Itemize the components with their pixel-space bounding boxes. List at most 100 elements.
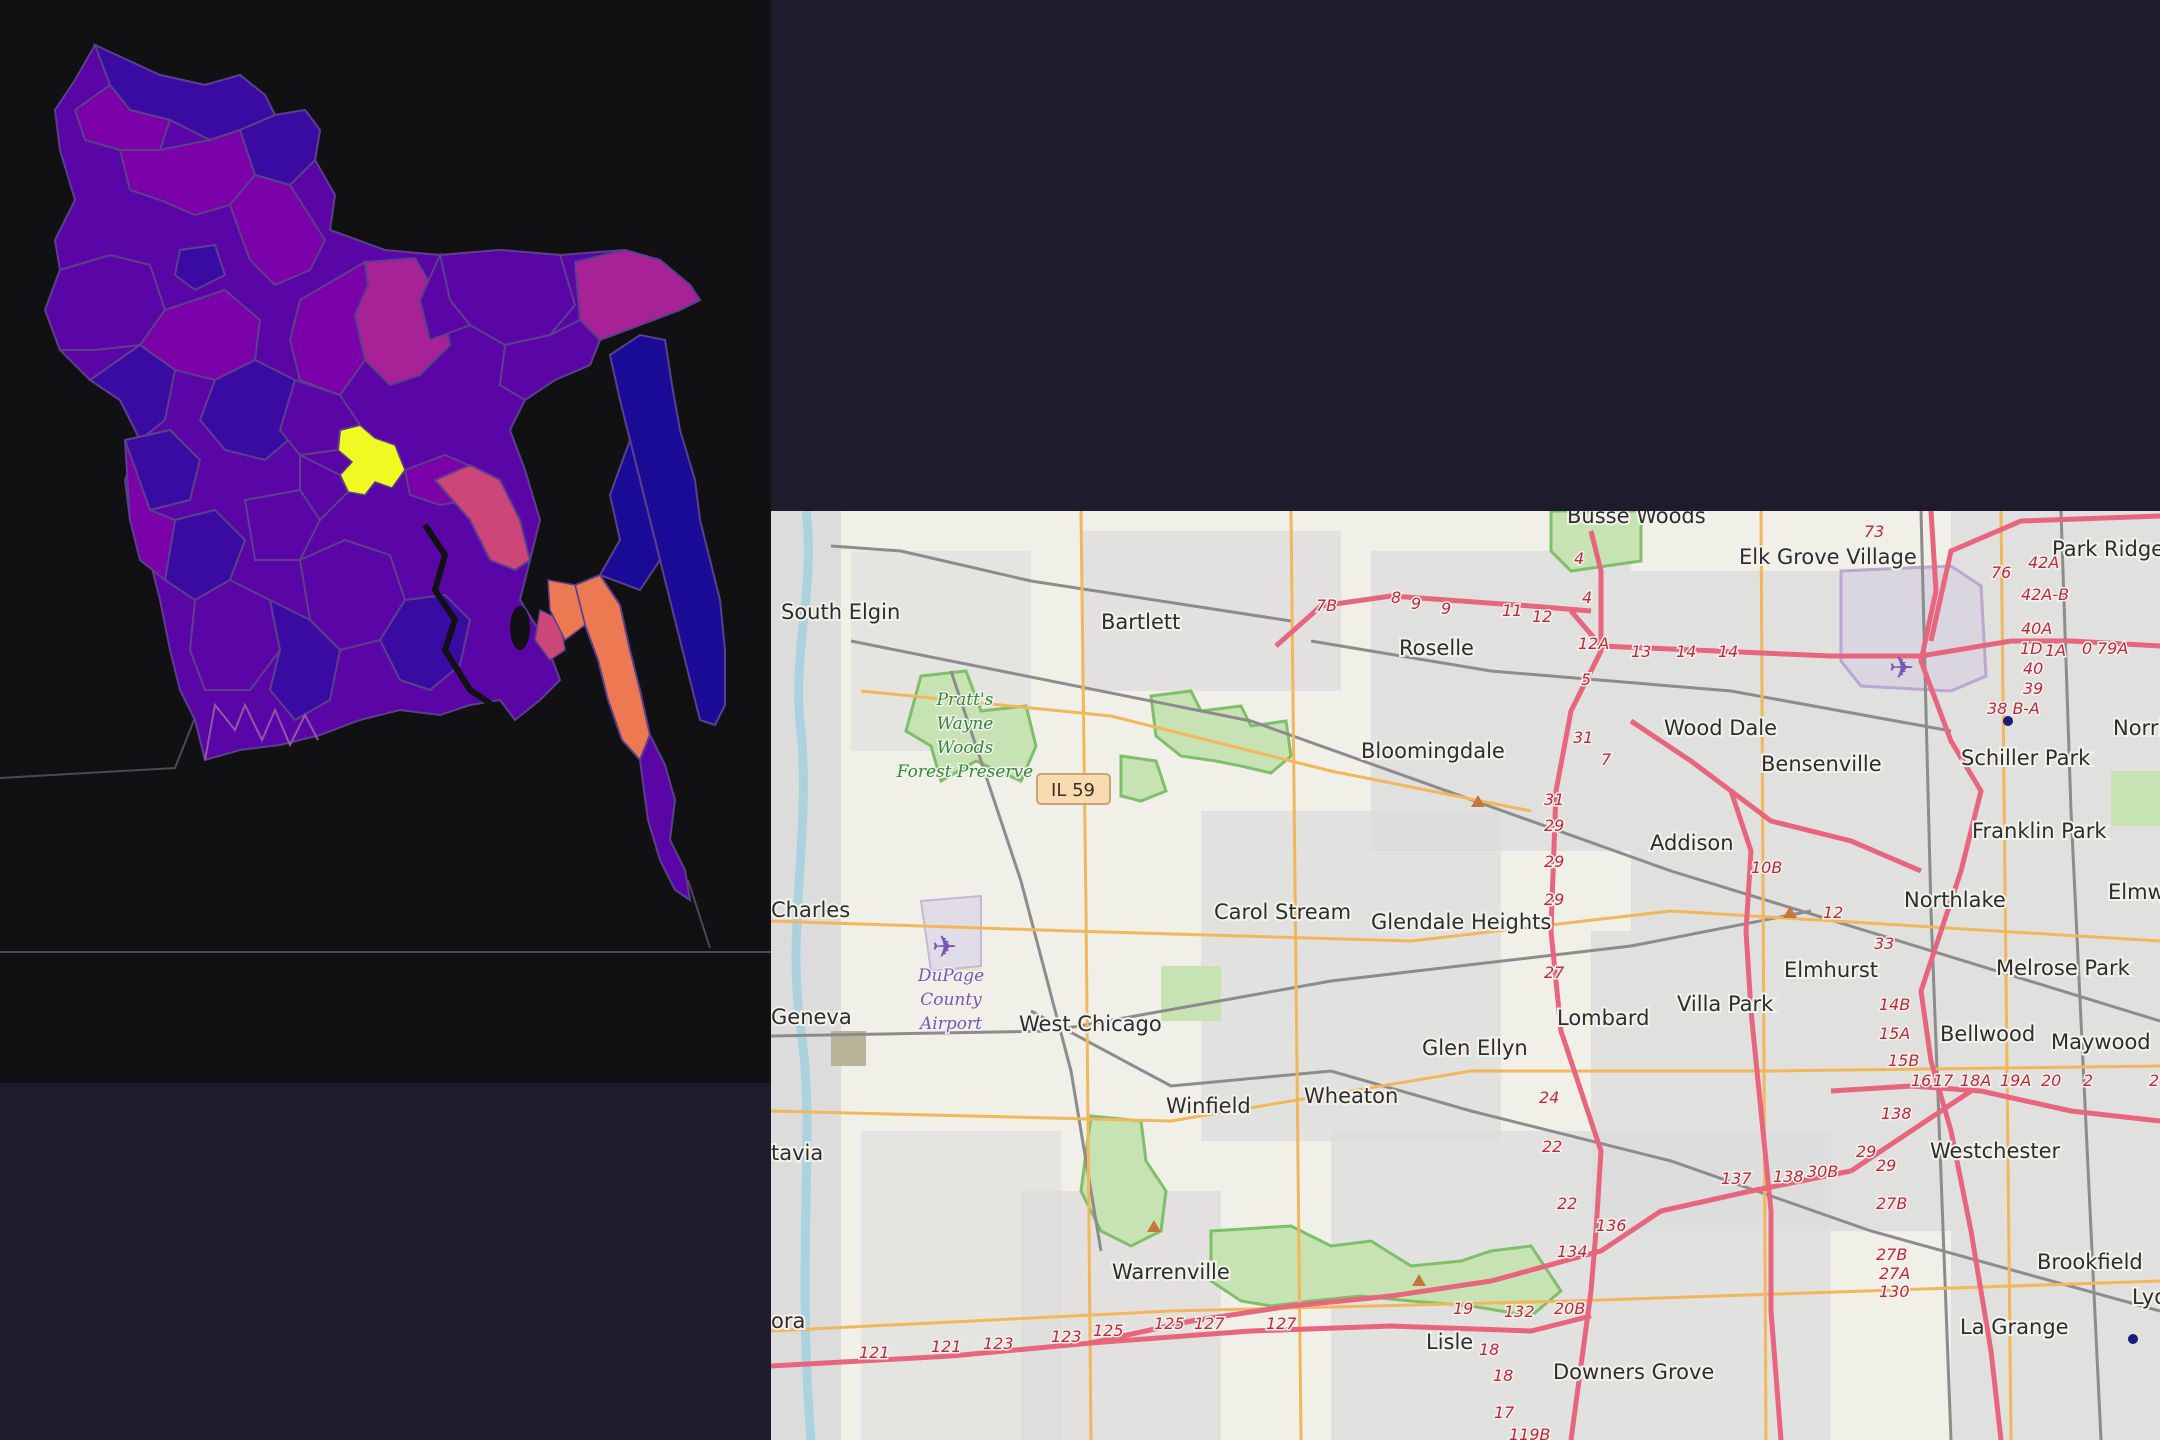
exit-number-label: 79A bbox=[2097, 639, 2128, 658]
exit-number-label: 31 bbox=[1573, 728, 1593, 747]
exit-number-label: 16 bbox=[1911, 1071, 1931, 1090]
exit-number-label: 39 bbox=[2023, 679, 2043, 698]
location-dot bbox=[2128, 1334, 2138, 1344]
svg-text:Airport: Airport bbox=[918, 1014, 982, 1034]
place-label: Bartlett bbox=[1101, 610, 1180, 634]
exit-number-label: 119B bbox=[1509, 1425, 1551, 1440]
exit-number-label: 24 bbox=[1539, 1088, 1559, 1107]
place-label: Carol Stream bbox=[1214, 900, 1351, 924]
exit-number-label: 18A bbox=[1960, 1071, 1991, 1090]
river-channel bbox=[510, 606, 530, 650]
exit-number-label: 138 bbox=[1881, 1104, 1912, 1123]
place-label: Brookfield bbox=[2037, 1250, 2143, 1274]
exit-number-label: 14 bbox=[1718, 642, 1738, 661]
place-label: Northlake bbox=[1904, 888, 2006, 912]
exit-number-label: 5 bbox=[1581, 670, 1591, 689]
exit-number-label: 121 bbox=[931, 1337, 962, 1356]
exit-number-label: 4 bbox=[1582, 588, 1592, 607]
place-label-cutoff: Busse Woods bbox=[1567, 511, 1706, 528]
exit-number-label: 7 bbox=[1601, 750, 1612, 769]
exit-number-label: 33 bbox=[1874, 934, 1894, 953]
exit-number-label: 27 bbox=[1544, 963, 1565, 982]
exit-number-label: 13 bbox=[1631, 642, 1651, 661]
choropleth-map-panel bbox=[0, 0, 771, 1083]
place-label: Glendale Heights bbox=[1371, 910, 1551, 934]
place-label: Wheaton bbox=[1304, 1084, 1398, 1108]
svg-text:Woods: Woods bbox=[937, 738, 994, 758]
exit-number-label: 132 bbox=[1504, 1302, 1535, 1321]
exit-number-label: 19 bbox=[1453, 1299, 1473, 1318]
place-label: Glen Ellyn bbox=[1422, 1036, 1528, 1060]
airport-icon-ohare: ✈ bbox=[1889, 651, 1914, 686]
district-region-coastal-high bbox=[573, 573, 652, 762]
exit-number-label: 29 bbox=[1544, 852, 1564, 871]
exit-number-label: 29 bbox=[1544, 816, 1564, 835]
exit-number-label: 24 bbox=[2149, 1071, 2160, 1090]
exit-number-label: 130 bbox=[1879, 1282, 1910, 1301]
place-label: Downers Grove bbox=[1553, 1360, 1714, 1384]
exit-number-label: 18 bbox=[1493, 1366, 1513, 1385]
place-label: Elmw bbox=[2108, 880, 2160, 904]
exit-number-label: 9 bbox=[1411, 594, 1421, 613]
place-label: Franklin Park bbox=[1972, 819, 2107, 843]
place-label: Park Ridge bbox=[2052, 537, 2160, 561]
exit-number-label: 20 bbox=[2041, 1071, 2061, 1090]
exit-number-label: 121 bbox=[859, 1343, 890, 1362]
exit-number-label: 30B bbox=[1807, 1162, 1838, 1181]
place-label: Lisle bbox=[1426, 1330, 1473, 1354]
exit-number-label: 29 bbox=[1544, 890, 1564, 909]
exit-number-label: 12 bbox=[1532, 607, 1552, 626]
street-map-panel[interactable]: ✈ ✈ IL 59 Pratt's Wayne Woods Forest Pre… bbox=[771, 511, 2160, 1440]
exit-number-label: 15B bbox=[1888, 1051, 1919, 1070]
exit-number-label: 29 bbox=[1856, 1142, 1876, 1161]
exit-number-label: 38 B-A bbox=[1987, 699, 2040, 718]
exit-number-label: 12A bbox=[1578, 634, 1609, 653]
place-label: Villa Park bbox=[1677, 992, 1774, 1016]
place-label: La Grange bbox=[1960, 1315, 2069, 1339]
exit-number-label: 138 bbox=[1773, 1167, 1804, 1186]
exit-number-label: 17 bbox=[1494, 1403, 1515, 1422]
place-label: ora bbox=[771, 1309, 805, 1333]
svg-text:Forest Preserve: Forest Preserve bbox=[896, 762, 1033, 782]
place-label: Maywood bbox=[2051, 1030, 2151, 1054]
exit-number-label: 137 bbox=[1721, 1169, 1752, 1188]
exit-number-label: 125 bbox=[1093, 1321, 1124, 1340]
exit-number-label: 1A bbox=[2045, 641, 2066, 660]
neighbor-border-line-east bbox=[687, 879, 711, 949]
choropleth-map bbox=[0, 43, 771, 953]
place-label: Charles bbox=[771, 898, 850, 922]
exit-number-label: 40A bbox=[2021, 619, 2052, 638]
street-map[interactable]: ✈ ✈ IL 59 Pratt's Wayne Woods Forest Pre… bbox=[771, 511, 2160, 1440]
exit-number-label: 29 bbox=[1876, 1156, 1896, 1175]
place-label: Lombard bbox=[1557, 1006, 1649, 1030]
airport-label: DuPage County Airport bbox=[915, 965, 985, 1036]
place-label: Geneva bbox=[771, 1005, 852, 1029]
exit-number-label: 76 bbox=[1991, 563, 2011, 582]
exit-number-label: 42A bbox=[2028, 553, 2059, 572]
exit-number-label: 7B bbox=[1316, 596, 1337, 615]
place-label: Norric bbox=[2113, 716, 2160, 740]
place-label: Westchester bbox=[1930, 1139, 2060, 1163]
exit-number-label: 22 bbox=[1557, 1194, 1577, 1213]
place-label: Elk Grove Village bbox=[1739, 545, 1917, 569]
place-label: tavia bbox=[771, 1141, 823, 1165]
route-shield-il59: IL 59 bbox=[1036, 773, 1111, 805]
exit-number-label: 125 bbox=[1154, 1314, 1185, 1333]
exit-number-label: 15A bbox=[1879, 1024, 1910, 1043]
exit-number-label: 40 bbox=[2023, 659, 2043, 678]
svg-text:IL 59: IL 59 bbox=[1051, 780, 1095, 801]
exit-number-label: 9 bbox=[1441, 599, 1451, 618]
exit-number-label: 134 bbox=[1557, 1242, 1588, 1261]
district-region-high bbox=[573, 248, 702, 342]
neighbor-border-line bbox=[0, 714, 197, 779]
exit-number-label: 17 bbox=[1933, 1071, 1954, 1090]
exit-number-label: 12 bbox=[1823, 903, 1843, 922]
place-label: Elmhurst bbox=[1784, 958, 1878, 982]
place-label: Schiller Park bbox=[1961, 746, 2091, 770]
place-label: Bensenville bbox=[1761, 752, 1882, 776]
svg-text:Pratt's: Pratt's bbox=[936, 690, 994, 710]
exit-number-label: 20B bbox=[1554, 1299, 1585, 1318]
svg-text:County: County bbox=[920, 990, 982, 1010]
exit-number-label: 18 bbox=[1479, 1340, 1499, 1359]
exit-number-label: 0 bbox=[2082, 639, 2092, 658]
